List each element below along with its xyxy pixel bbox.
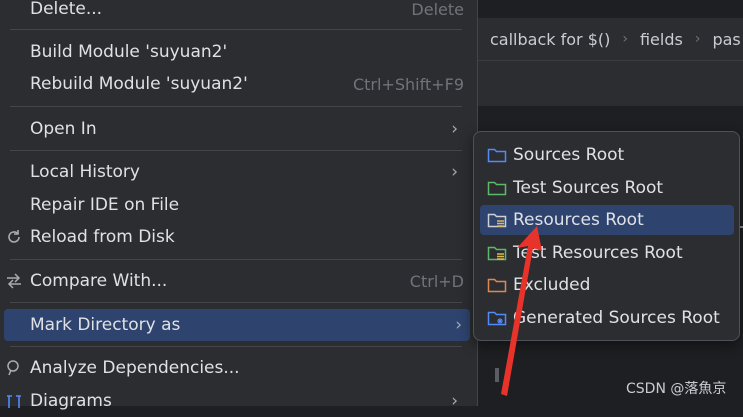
gutter-marker <box>495 368 499 382</box>
compare-icon <box>4 271 24 291</box>
menu-item-open-in[interactable]: Open In › <box>0 113 470 145</box>
sources-root-icon <box>487 147 507 163</box>
mark-directory-submenu: Sources Root Test Sources Root Resources… <box>473 131 740 341</box>
test-resources-root-icon <box>487 245 507 261</box>
menu-item-shortcut: Delete <box>411 0 464 19</box>
menu-item-label: Local History <box>30 162 140 182</box>
submenu-item-label: Excluded <box>513 275 591 295</box>
menu-separator <box>10 106 462 107</box>
reload-icon <box>4 227 24 247</box>
submenu-item-label: Sources Root <box>513 145 625 165</box>
menu-item-diagrams[interactable]: Diagrams › <box>0 385 470 417</box>
editor-tab-strip <box>478 60 743 107</box>
diagram-icon <box>4 391 24 411</box>
menu-item-label: Delete... <box>30 0 103 19</box>
menu-item-label: Compare With... <box>30 271 168 291</box>
submenu-item-label: Test Sources Root <box>513 178 664 198</box>
submenu-item-generated-sources-root[interactable]: Generated Sources Root <box>480 303 734 333</box>
breadcrumb-item[interactable]: pas <box>712 30 740 49</box>
menu-separator <box>10 302 462 303</box>
menu-item-label: Analyze Dependencies... <box>30 358 240 378</box>
menu-item-build-module[interactable]: Build Module 'suyuan2' <box>0 36 470 68</box>
submenu-item-test-sources-root[interactable]: Test Sources Root <box>480 173 734 203</box>
menu-item-analyze-dependencies[interactable]: Analyze Dependencies... <box>0 352 470 384</box>
submenu-item-label: Resources Root <box>513 210 644 230</box>
submenu-item-excluded[interactable]: Excluded <box>480 270 734 300</box>
submenu-item-label: Generated Sources Root <box>513 308 720 328</box>
menu-separator <box>10 346 462 347</box>
submenu-item-resources-root[interactable]: Resources Root <box>480 205 734 235</box>
chevron-right-icon: › <box>694 31 701 47</box>
menu-item-delete[interactable]: Delete... Delete <box>0 0 470 25</box>
chevron-right-icon: › <box>451 162 458 182</box>
menu-item-repair-ide[interactable]: Repair IDE on File <box>0 189 470 221</box>
menu-item-label: Mark Directory as <box>30 315 181 335</box>
menu-item-label: Build Module 'suyuan2' <box>30 42 228 62</box>
menu-item-local-history[interactable]: Local History › <box>0 156 470 188</box>
menu-item-reload-from-disk[interactable]: Reload from Disk <box>0 221 470 253</box>
chevron-right-icon: › <box>622 31 628 47</box>
breadcrumb-item[interactable]: fields <box>640 30 683 49</box>
menu-item-label: Rebuild Module 'suyuan2' <box>30 74 248 94</box>
menu-item-rebuild-module[interactable]: Rebuild Module 'suyuan2' Ctrl+Shift+F9 <box>0 68 470 100</box>
menu-item-compare-with[interactable]: Compare With... Ctrl+D <box>0 265 470 297</box>
context-menu: Delete... Delete Build Module 'suyuan2' … <box>0 0 478 411</box>
menu-item-shortcut: Ctrl+Shift+F9 <box>352 74 464 94</box>
chevron-right-icon: › <box>455 315 462 335</box>
menu-separator <box>10 259 462 260</box>
analyze-icon <box>4 358 24 378</box>
breadcrumb: callback for $() › fields › pas <box>478 18 743 60</box>
menu-item-shortcut: Ctrl+D <box>409 271 464 291</box>
menu-separator <box>10 29 462 30</box>
chevron-right-icon: › <box>451 391 458 411</box>
chevron-right-icon: › <box>451 119 458 139</box>
excluded-icon <box>487 277 507 293</box>
submenu-item-sources-root[interactable]: Sources Root <box>480 140 734 170</box>
menu-item-label: Diagrams <box>30 391 112 411</box>
test-sources-root-icon <box>487 180 507 196</box>
menu-item-label: Reload from Disk <box>30 227 175 247</box>
menu-item-label: Repair IDE on File <box>30 195 180 215</box>
watermark: CSDN @落魚京 <box>626 381 727 397</box>
breadcrumb-item[interactable]: callback for $() <box>490 30 610 49</box>
submenu-item-test-resources-root[interactable]: Test Resources Root <box>480 238 734 268</box>
resources-root-icon <box>487 212 507 228</box>
generated-sources-root-icon <box>487 310 507 326</box>
menu-item-mark-directory-as[interactable]: Mark Directory as › <box>4 309 470 341</box>
menu-separator <box>10 150 462 151</box>
menu-item-label: Open In <box>30 119 97 139</box>
submenu-item-label: Test Resources Root <box>513 243 683 263</box>
